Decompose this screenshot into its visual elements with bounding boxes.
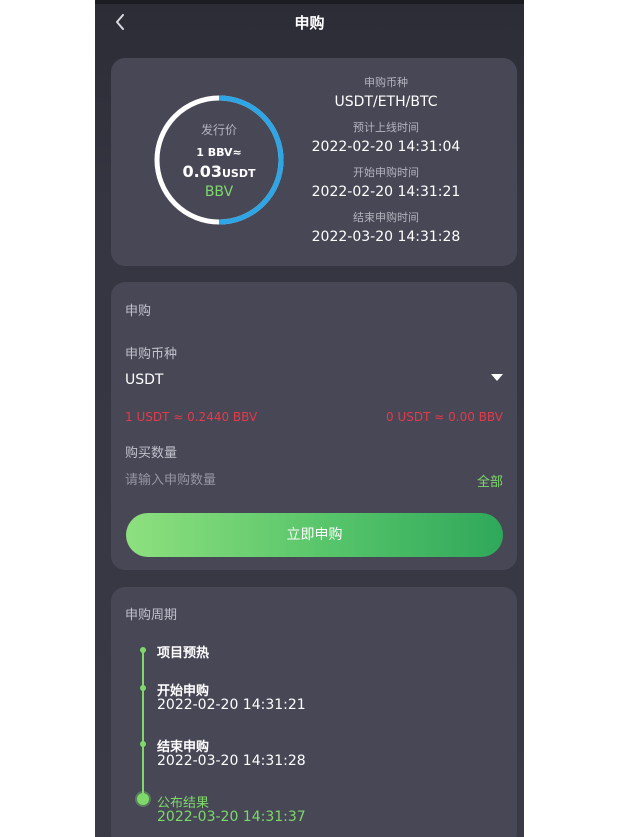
- subscribe-card: 申购 申购币种 USDT 1 USDT ≈ 0.2440 BBV 0 USDT …: [111, 282, 517, 570]
- timeline-card: 申购周期 项目预热 开始申购 2022-02-20 14:31:21 结束申购 …: [111, 587, 517, 837]
- currency-value: USDT: [125, 372, 164, 388]
- all-button[interactable]: 全部: [477, 471, 503, 490]
- info-currency: 申购币种 USDT/ETH/BTC: [311, 74, 461, 110]
- issue-price-label: 发行价: [200, 123, 237, 137]
- section-title: 申购: [125, 304, 152, 319]
- currency-label: 申购币种: [125, 347, 178, 362]
- info-key: 预计上线时间: [353, 121, 419, 134]
- step-time: 2022-03-20 14:31:28: [157, 753, 306, 769]
- timeline-dot: [140, 685, 146, 691]
- price-unit: USDT: [221, 167, 256, 180]
- step-time: 2022-02-20 14:31:21: [157, 697, 306, 713]
- step-title: 项目预热: [157, 646, 210, 661]
- currency-select[interactable]: [111, 366, 517, 394]
- price-progress-ring: [154, 95, 284, 225]
- timeline-line: [142, 649, 144, 799]
- info-value: 2022-02-20 14:31:21: [311, 184, 461, 200]
- info-end-time: 结束申购时间 2022-03-20 14:31:28: [311, 209, 461, 245]
- unit-line: 1 BBV≈: [196, 146, 242, 159]
- quantity-label: 购买数量: [125, 446, 178, 461]
- info-value: USDT/ETH/BTC: [334, 94, 438, 110]
- info-launch-time: 预计上线时间 2022-02-20 14:31:04: [311, 119, 461, 155]
- offer-card: 发行价 1 BBV≈ 0.03USDT BBV 申购币种 USDT/ETH/BT…: [111, 58, 517, 266]
- rate-left: 1 USDT ≈ 0.2440 BBV: [125, 410, 258, 424]
- price-value: 0.03USDT: [153, 162, 285, 181]
- timeline-dot: [140, 741, 146, 747]
- page-title: 申购: [294, 14, 325, 32]
- timeline-title: 申购周期: [125, 608, 178, 623]
- price-number: 0.03: [182, 162, 222, 181]
- timeline-dot: [140, 647, 146, 653]
- caret-down-icon: [491, 374, 503, 381]
- step-time: 2022-03-20 14:31:37: [157, 809, 306, 825]
- token-symbol: BBV: [204, 184, 234, 200]
- info-value: 2022-02-20 14:31:04: [311, 139, 461, 155]
- info-key: 申购币种: [364, 76, 408, 89]
- info-start-time: 开始申购时间 2022-02-20 14:31:21: [311, 164, 461, 200]
- current-step-dot: [137, 793, 149, 805]
- quantity-input[interactable]: [125, 470, 425, 490]
- app-screen: 申购 发行价 1 BBV≈ 0.03USDT BBV 申购币种 USDT/ETH…: [95, 0, 524, 837]
- info-value: 2022-03-20 14:31:28: [311, 229, 461, 245]
- info-key: 结束申购时间: [353, 211, 419, 224]
- subscribe-now-button[interactable]: 立即申购: [126, 513, 503, 557]
- rate-right: 0 USDT ≈ 0.00 BBV: [386, 410, 503, 424]
- info-key: 开始申购时间: [353, 166, 419, 179]
- header-bar: 申购: [95, 4, 524, 42]
